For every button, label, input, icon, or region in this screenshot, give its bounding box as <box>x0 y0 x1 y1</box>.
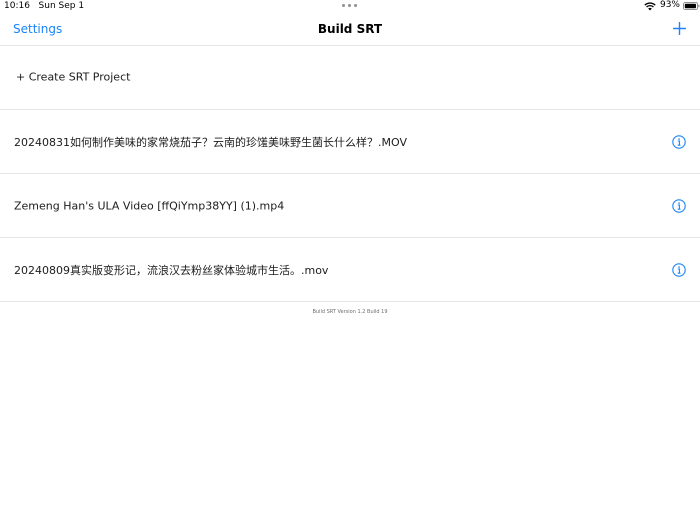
status-date: Sun Sep 1 <box>38 1 85 11</box>
project-name: Zemeng Han's ULA Video [ffQiYmp38YY] (1)… <box>14 199 285 212</box>
project-row[interactable]: 20240809真实版变形记，流浪汉去粉丝家体验城市生活。.mov <box>0 238 700 302</box>
project-list: + Create SRT Project 20240831如何制作美味的家常烧茄… <box>0 46 700 302</box>
wifi-icon <box>644 2 656 11</box>
multitasking-dots-icon[interactable] <box>342 4 358 8</box>
project-row[interactable]: 20240831如何制作美味的家常烧茄子？云南的珍馐美味野生菌长什么样？.MOV <box>0 110 700 174</box>
project-name: 20240809真实版变形记，流浪汉去粉丝家体验城市生活。.mov <box>14 263 329 277</box>
app-screen: 10:16 Sun Sep 1 93% Settings Build SRT +… <box>0 0 700 525</box>
project-name: 20240831如何制作美味的家常烧茄子？云南的珍馐美味野生菌长什么样？.MOV <box>14 135 407 149</box>
plus-icon[interactable] <box>673 22 686 35</box>
navigation-bar: Settings Build SRT <box>0 14 700 46</box>
info-icon[interactable] <box>672 198 686 213</box>
info-icon[interactable] <box>672 262 686 277</box>
page-title: Build SRT <box>317 22 383 36</box>
version-footer: Build SRT Version 1.2 Build 19 <box>312 309 388 315</box>
battery-percent: 93% <box>659 0 680 10</box>
project-row[interactable]: Zemeng Han's ULA Video [ffQiYmp38YY] (1)… <box>0 174 700 238</box>
status-time-date: 10:16 Sun Sep 1 <box>4 1 84 11</box>
battery-icon <box>683 2 700 10</box>
status-time: 10:16 <box>4 1 30 11</box>
status-bar: 10:16 Sun Sep 1 93% <box>0 0 700 14</box>
info-icon[interactable] <box>672 134 686 149</box>
create-project-label: + Create SRT Project <box>16 70 131 83</box>
create-project-row[interactable]: + Create SRT Project <box>0 46 700 110</box>
